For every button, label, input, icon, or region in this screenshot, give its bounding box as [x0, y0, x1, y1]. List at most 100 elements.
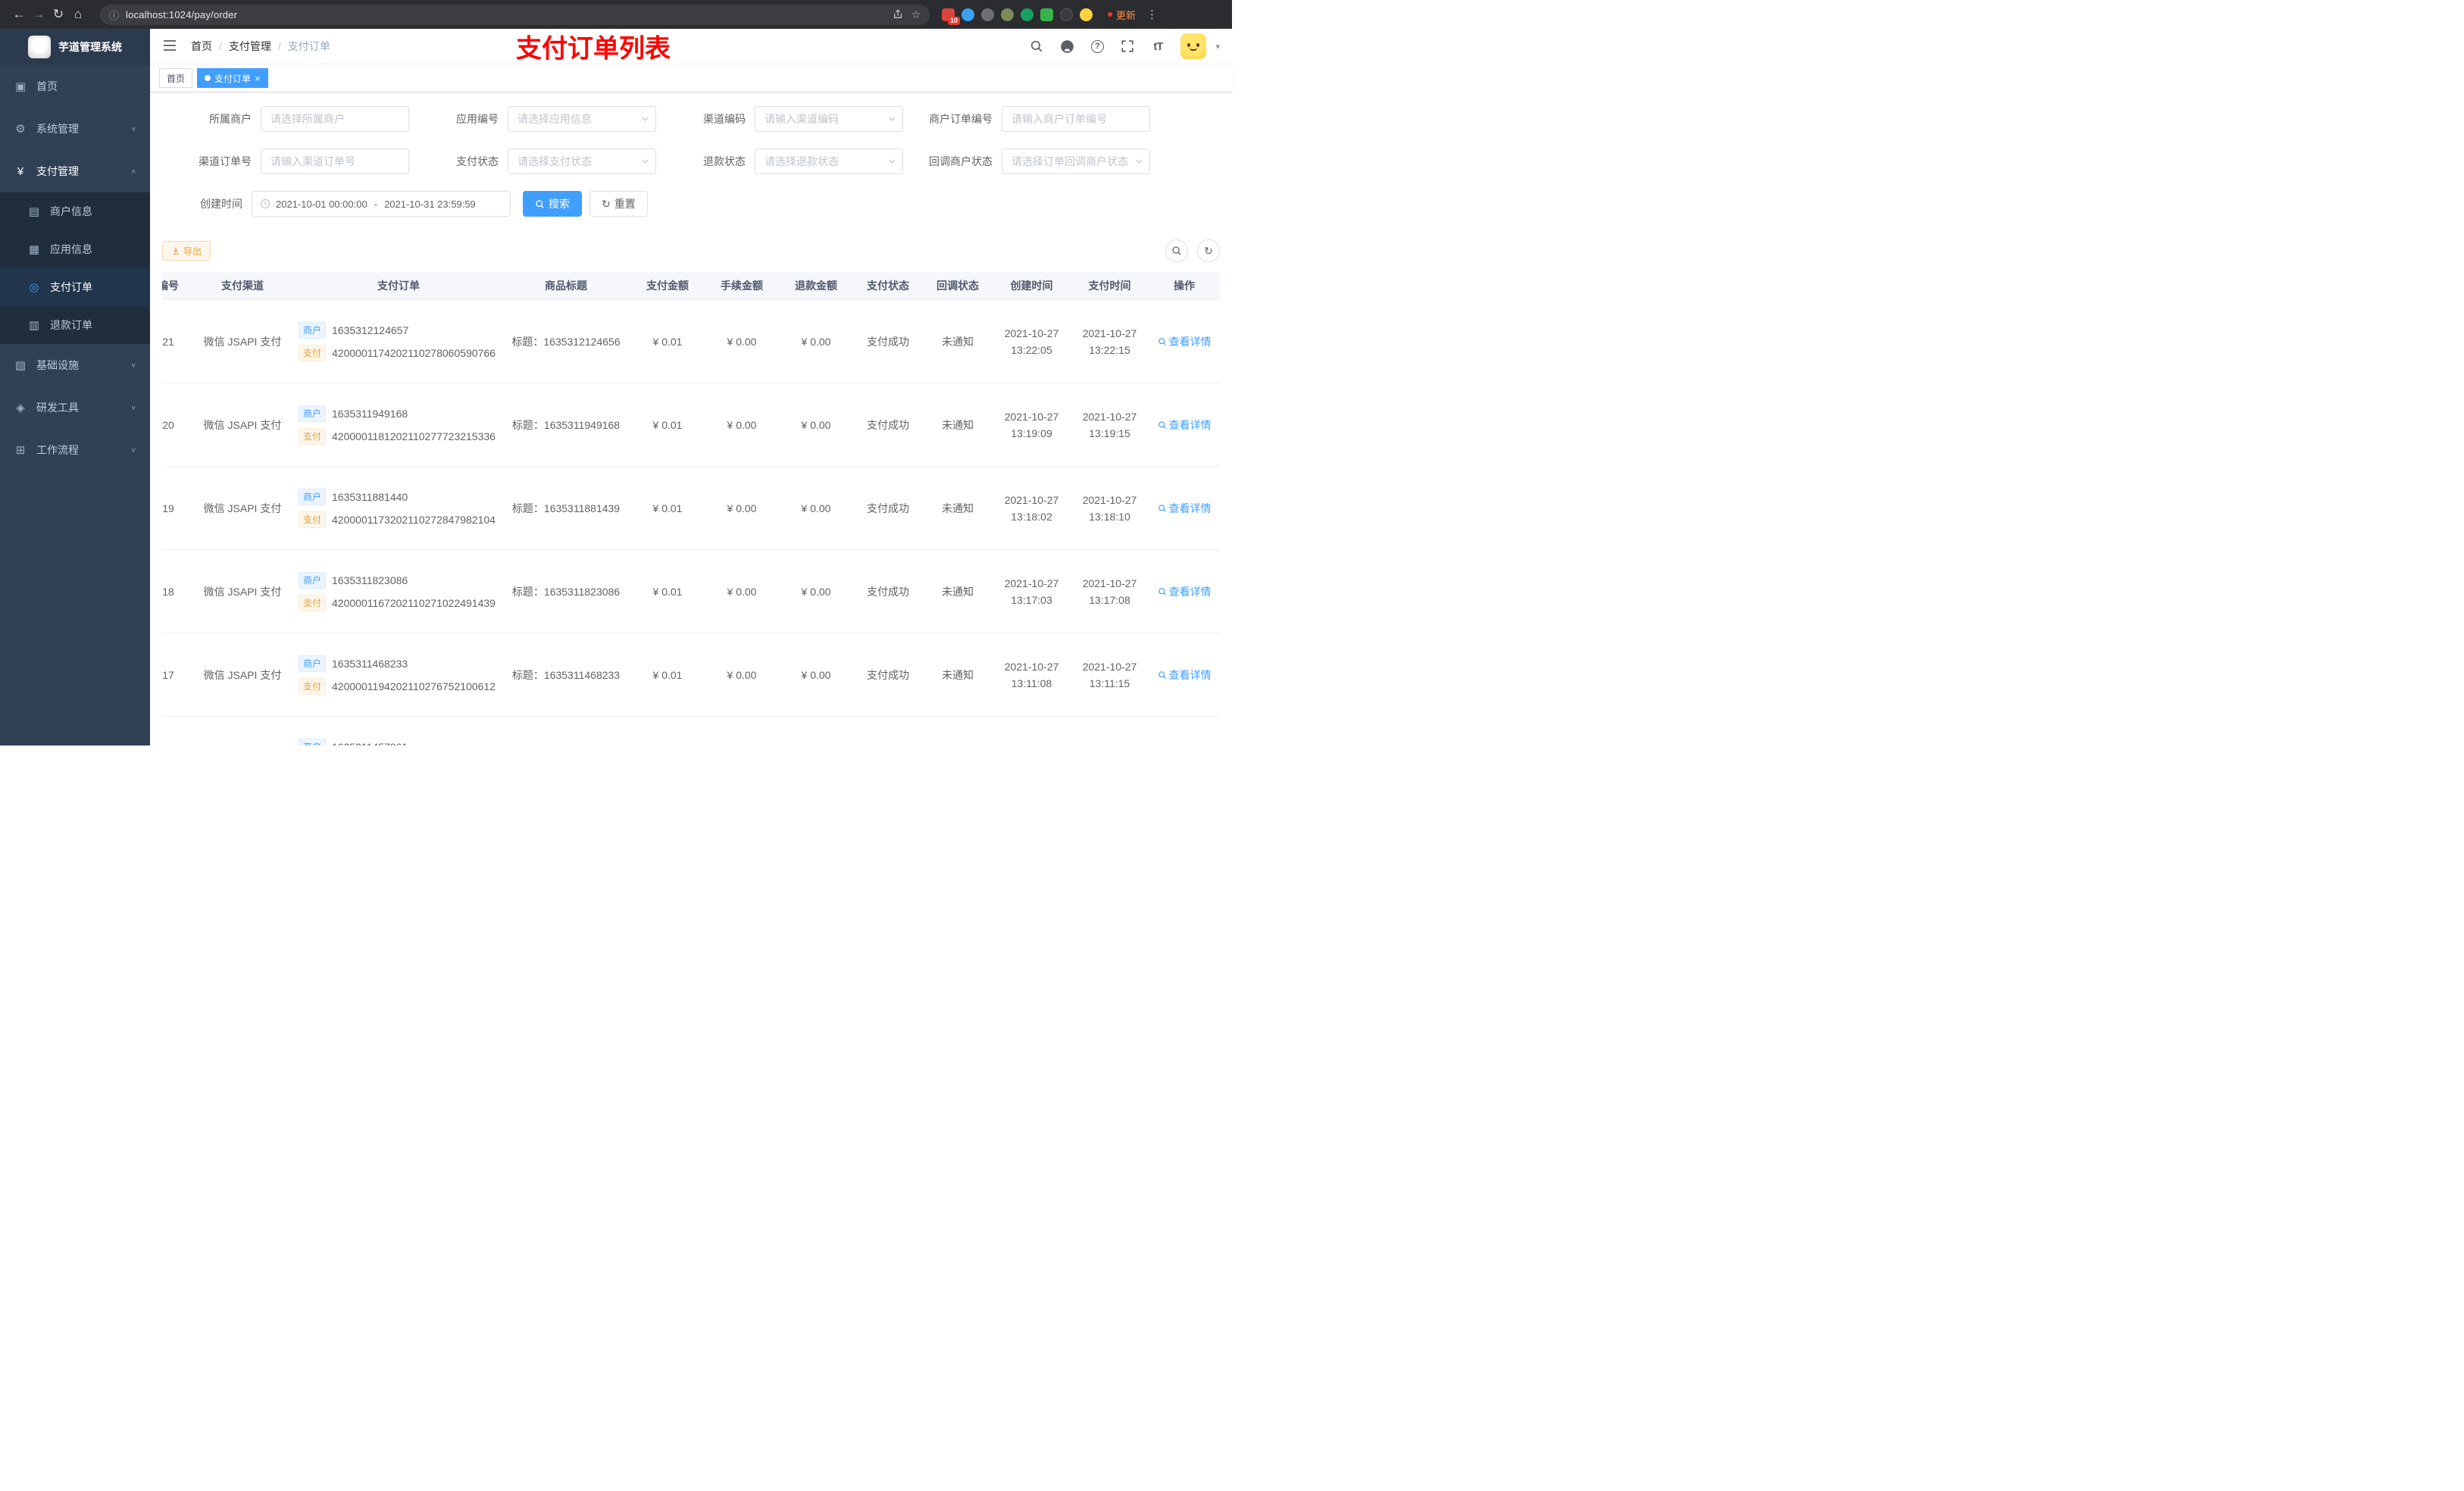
- fullscreen-icon[interactable]: [1120, 39, 1135, 54]
- sidebar-item-devtools[interactable]: ◈ 研发工具 ∨: [0, 386, 150, 429]
- filter-row-2: 渠道订单号 支付状态 退款状态 回调商户状态: [162, 148, 1220, 174]
- cell-refund-amount: [779, 717, 853, 746]
- filter-row-3: 创建时间 2021-10-01 00:00:00 - 2021-10-31 23…: [162, 191, 1220, 217]
- sidebar-item-merchant-info[interactable]: ▤ 商户信息: [0, 192, 150, 230]
- cell-fee-amount: ¥ 0.00: [727, 502, 757, 514]
- font-size-icon[interactable]: tT: [1150, 39, 1165, 54]
- address-bar[interactable]: ⓘ localhost:1024/pay/order ☆: [100, 4, 930, 25]
- search-icon[interactable]: [1029, 39, 1044, 54]
- refund-status-select[interactable]: [755, 148, 903, 174]
- bookmark-star-icon[interactable]: ☆: [911, 8, 921, 21]
- extension-icon-emoji[interactable]: [1080, 8, 1093, 21]
- view-detail-link[interactable]: 查看详情: [1158, 584, 1212, 599]
- table-row: 17 微信 JSAPI 支付 商户 1635311468233 支付 42000…: [162, 633, 1220, 717]
- tags-view-bar: 首页 支付订单 ×: [150, 64, 1232, 92]
- close-tab-icon[interactable]: ×: [255, 73, 261, 83]
- cell-refund-amount: ¥ 0.00: [801, 418, 831, 431]
- cell-actions: 查看详情: [1149, 550, 1220, 633]
- cell-create-time: 2021-10-27 13:11:08: [1004, 660, 1059, 689]
- app-logo: 芋道管理系统: [0, 29, 150, 65]
- channel-order-no-input[interactable]: [261, 148, 409, 174]
- sidebar-item-app-info[interactable]: ▦ 应用信息: [0, 230, 150, 268]
- cell-order-id: 18: [162, 585, 174, 598]
- extension-icon-green-check[interactable]: [1021, 8, 1033, 21]
- view-detail-link[interactable]: 查看详情: [1158, 417, 1212, 433]
- view-detail-link[interactable]: 查看详情: [1158, 667, 1212, 683]
- user-menu-caret-icon[interactable]: ▾: [1215, 42, 1220, 52]
- sidebar-item-home[interactable]: ▣ 首页: [0, 65, 150, 108]
- view-detail-link[interactable]: 查看详情: [1158, 501, 1212, 516]
- sidebar-toggle-icon[interactable]: [162, 38, 179, 55]
- cell-fee-amount: [705, 717, 779, 746]
- view-detail-link[interactable]: 查看详情: [1158, 334, 1212, 349]
- sidebar-item-infrastructure[interactable]: ▧ 基础设施 ∨: [0, 344, 150, 386]
- breadcrumb-payment[interactable]: 支付管理: [229, 39, 271, 54]
- app-id-select[interactable]: [508, 106, 656, 132]
- tab-home[interactable]: 首页: [159, 68, 193, 88]
- share-icon[interactable]: [893, 9, 903, 20]
- browser-back-button[interactable]: ←: [9, 5, 29, 24]
- pay-tag: 支付: [299, 677, 327, 695]
- channel-code-select[interactable]: [755, 106, 903, 132]
- header-actions: ? tT ▾: [1029, 33, 1220, 59]
- cell-order-id: 17: [162, 668, 174, 681]
- cell-pay-channel: 微信 JSAPI 支付: [203, 668, 282, 681]
- extension-icon-blue[interactable]: [962, 8, 974, 21]
- cell-pay-time: 2021-10-27 13:18:10: [1082, 493, 1137, 523]
- table-row: 19 微信 JSAPI 支付 商户 1635311881440 支付 42000…: [162, 467, 1220, 550]
- cell-pay-amount: ¥ 0.01: [652, 502, 683, 514]
- user-avatar[interactable]: [1180, 33, 1207, 59]
- pay-tag: 支付: [299, 427, 327, 445]
- cell-pay-time: 2021-10-27 13:19:15: [1082, 410, 1137, 439]
- search-button[interactable]: 搜索: [523, 191, 582, 217]
- extension-icon-green-square[interactable]: [1040, 8, 1053, 21]
- cell-pay-status: 支付成功: [867, 585, 909, 598]
- sidebar-item-payment[interactable]: ¥ 支付管理 ∧: [0, 150, 150, 192]
- extension-icon-olive[interactable]: [1001, 8, 1014, 21]
- cell-pay-channel: 微信 JSAPI 支付: [203, 335, 282, 348]
- cell-pay-status: 支付成功: [867, 502, 909, 514]
- breadcrumb-home[interactable]: 首页: [191, 39, 212, 54]
- devtools-icon: ◈: [16, 402, 25, 414]
- cell-order-id: 21: [162, 335, 174, 348]
- merchant-select[interactable]: [261, 106, 409, 132]
- cell-pay-order: 商户 1635311823086 支付 42000011672021102710…: [289, 550, 502, 633]
- cell-refund-amount: ¥ 0.00: [801, 502, 831, 514]
- browser-home-button[interactable]: ⌂: [68, 5, 88, 24]
- refund-order-icon: ▥: [28, 319, 40, 332]
- payment-submenu: ▤ 商户信息 ▦ 应用信息 ◎ 支付订单 ▥ 退款订单: [0, 192, 150, 344]
- browser-forward-button[interactable]: →: [29, 5, 48, 24]
- toggle-search-button[interactable]: [1165, 239, 1188, 262]
- infrastructure-icon: ▧: [14, 359, 27, 372]
- browser-update-button[interactable]: 更新: [1102, 5, 1142, 24]
- table-row: 18 微信 JSAPI 支付 商户 1635311823086 支付 42000…: [162, 550, 1220, 633]
- sidebar-item-pay-order[interactable]: ◎ 支付订单: [0, 268, 150, 306]
- cell-product-title: 标题：1635312124656: [511, 335, 621, 348]
- site-info-icon[interactable]: ⓘ: [109, 8, 119, 22]
- reset-button[interactable]: ↻ 重置: [589, 191, 648, 217]
- merchant-order-no-input[interactable]: [1002, 106, 1150, 132]
- export-button[interactable]: 导出: [162, 241, 211, 261]
- app-grid-icon: ▦: [28, 243, 40, 256]
- browser-reload-button[interactable]: ↻: [48, 5, 68, 24]
- table-toolbar: 导出 ↻: [162, 239, 1220, 262]
- github-icon[interactable]: [1059, 39, 1074, 54]
- tab-pay-order[interactable]: 支付订单 ×: [197, 68, 268, 88]
- pin-icon[interactable]: [1060, 8, 1073, 21]
- help-icon[interactable]: ?: [1090, 39, 1105, 54]
- extension-icon-gray[interactable]: [981, 8, 994, 21]
- chevron-down-icon: ∨: [130, 125, 136, 133]
- sidebar-item-refund-order[interactable]: ▥ 退款订单: [0, 306, 150, 344]
- logo-avatar: [28, 36, 51, 58]
- refresh-table-button[interactable]: ↻: [1197, 239, 1220, 262]
- dashboard-icon: ▣: [14, 80, 27, 93]
- extension-icon-red[interactable]: 10: [942, 8, 960, 25]
- table-row: 20 微信 JSAPI 支付 商户 1635311949168 支付 42000…: [162, 383, 1220, 467]
- sidebar-item-workflow[interactable]: ⊞ 工作流程 ∨: [0, 429, 150, 471]
- browser-menu-icon[interactable]: ⋮: [1146, 8, 1158, 21]
- create-time-range-picker[interactable]: 2021-10-01 00:00:00 - 2021-10-31 23:59:5…: [252, 191, 511, 217]
- pay-status-select[interactable]: [508, 148, 656, 174]
- notify-status-select[interactable]: [1002, 148, 1150, 174]
- chevron-down-icon: ∨: [130, 446, 136, 454]
- sidebar-item-system[interactable]: ⚙ 系统管理 ∨: [0, 108, 150, 150]
